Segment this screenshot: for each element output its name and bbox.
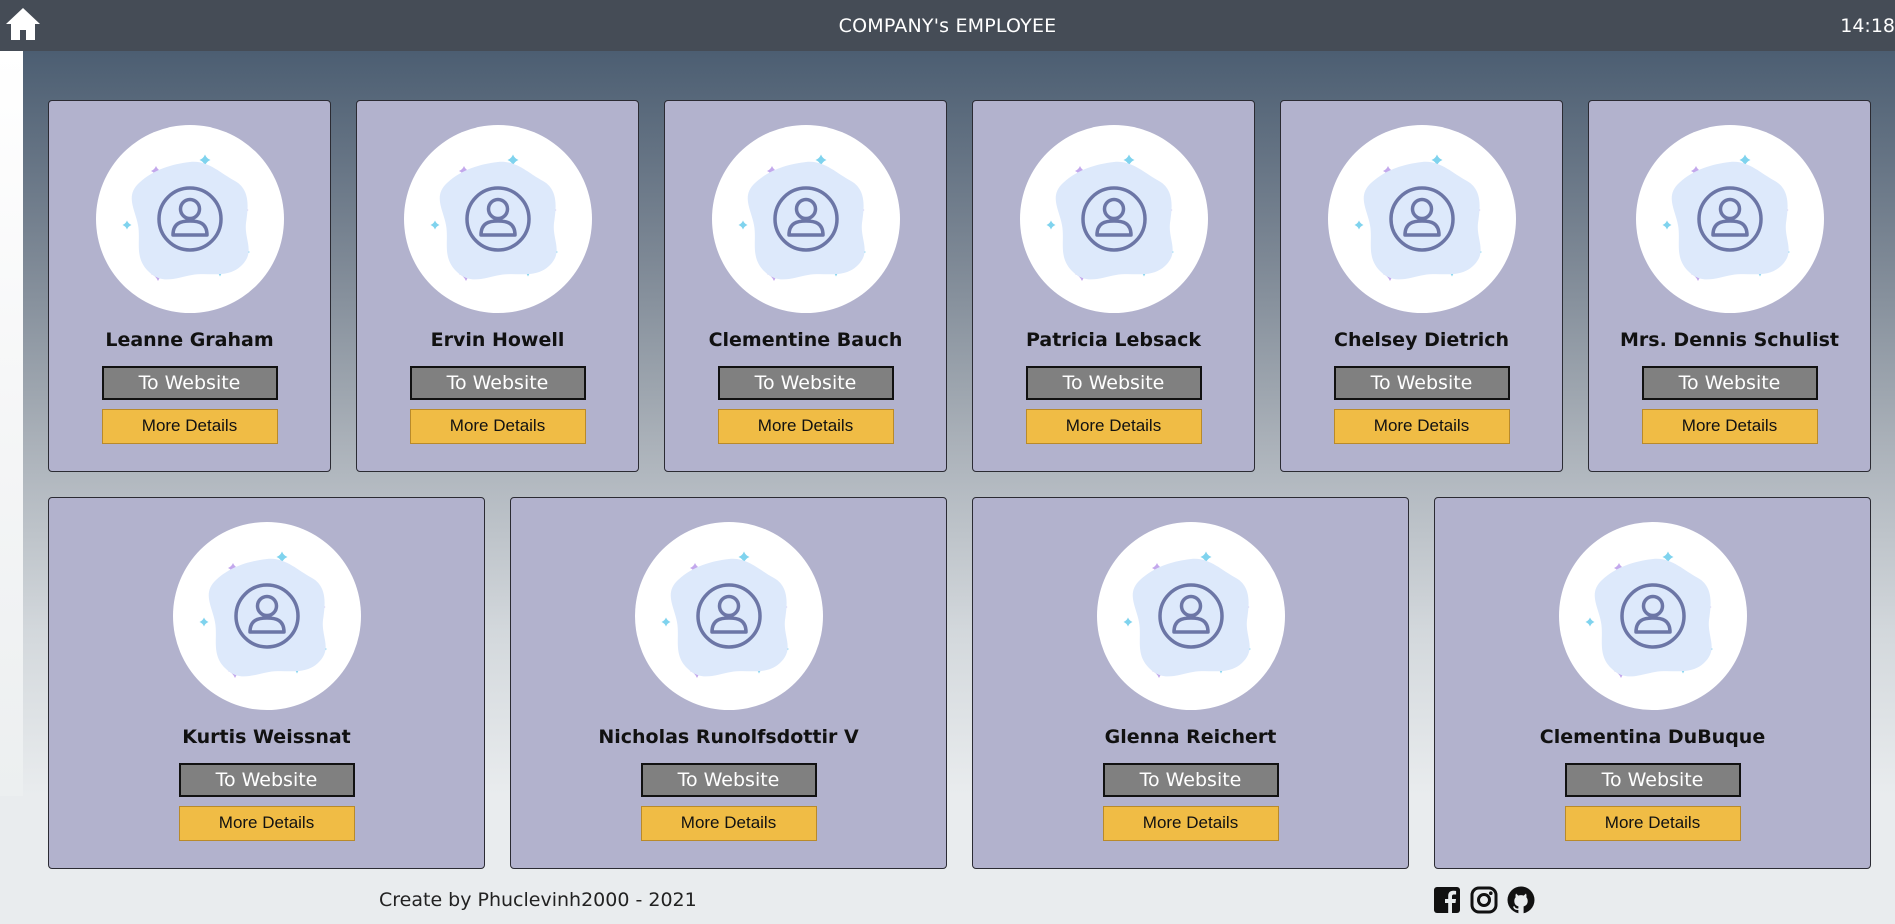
user-avatar-icon [738,154,866,281]
to-website-button[interactable]: To Website [1102,763,1279,797]
to-website-button[interactable]: To Website [1641,366,1818,400]
avatar [1096,522,1285,710]
facebook-icon[interactable] [1432,885,1462,915]
to-website-button[interactable]: To Website [101,366,278,400]
avatar [711,125,900,313]
user-avatar-icon [1585,551,1713,678]
to-website-button[interactable]: To Website [1025,366,1202,400]
employee-name: Ervin Howell [430,329,565,351]
employee-card: Kurtis Weissnat To Website More Details [48,497,485,869]
avatar [1019,125,1208,313]
employee-card: Mrs. Dennis Schulist To Website More Det… [1588,100,1871,472]
footer-credit: Create by Phuclevinh2000 - 2021 [379,889,697,911]
employee-name: Patricia Lebsack [1025,329,1202,351]
employee-name: Glenna Reichert [1104,726,1277,748]
employee-card: Patricia Lebsack To Website More Details [972,100,1255,472]
employee-name: Clementina DuBuque [1539,726,1766,748]
avatar [172,522,361,710]
employee-card: Clementina DuBuque To Website More Detai… [1434,497,1871,869]
user-avatar-icon [122,154,250,281]
employee-card: Nicholas Runolfsdottir V To Website More… [510,497,947,869]
more-details-button[interactable]: More Details [640,806,817,841]
more-details-button[interactable]: More Details [1333,409,1510,444]
employee-name: Chelsey Dietrich [1334,329,1509,351]
user-avatar-icon [1046,154,1174,281]
employee-card: Clementine Bauch To Website More Details [664,100,947,472]
to-website-button[interactable]: To Website [178,763,355,797]
github-icon[interactable] [1506,885,1536,915]
avatar [1635,125,1824,313]
more-details-button[interactable]: More Details [717,409,894,444]
employee-card: Ervin Howell To Website More Details [356,100,639,472]
instagram-icon[interactable] [1469,885,1499,915]
employee-card: Glenna Reichert To Website More Details [972,497,1409,869]
employee-name: Leanne Graham [105,329,274,351]
to-website-button[interactable]: To Website [1333,366,1510,400]
avatar [403,125,592,313]
more-details-button[interactable]: More Details [1641,409,1818,444]
clock-time: 14:18 [1840,15,1895,37]
avatar [1558,522,1747,710]
more-details-button[interactable]: More Details [178,806,355,841]
user-avatar-icon [1123,551,1251,678]
user-avatar-icon [199,551,327,678]
avatar [95,125,284,313]
user-avatar-icon [1354,154,1482,281]
employee-card: Leanne Graham To Website More Details [48,100,331,472]
employee-name: Clementine Bauch [708,329,903,351]
page-title: COMPANY's EMPLOYEE [838,15,1057,37]
employee-name: Mrs. Dennis Schulist [1620,329,1839,351]
user-avatar-icon [430,154,558,281]
top-bar: COMPANY's EMPLOYEE 14:18 [0,0,1895,51]
side-strip [0,51,23,796]
avatar [1327,125,1516,313]
more-details-button[interactable]: More Details [1102,806,1279,841]
to-website-button[interactable]: To Website [640,763,817,797]
more-details-button[interactable]: More Details [101,409,278,444]
more-details-button[interactable]: More Details [1564,806,1741,841]
user-avatar-icon [1662,154,1790,281]
user-avatar-icon [661,551,789,678]
more-details-button[interactable]: More Details [409,409,586,444]
employee-card: Chelsey Dietrich To Website More Details [1280,100,1563,472]
employee-name: Nicholas Runolfsdottir V [598,726,859,748]
to-website-button[interactable]: To Website [409,366,586,400]
to-website-button[interactable]: To Website [717,366,894,400]
avatar [634,522,823,710]
to-website-button[interactable]: To Website [1564,763,1741,797]
more-details-button[interactable]: More Details [1025,409,1202,444]
employee-name: Kurtis Weissnat [182,726,351,748]
